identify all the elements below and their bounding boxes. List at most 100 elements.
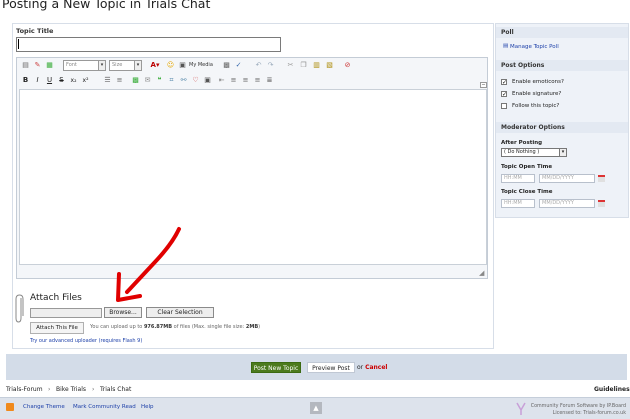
strike-button[interactable]: S (57, 76, 66, 85)
post-new-topic-button[interactable]: Post New Topic (251, 362, 301, 373)
image-icon[interactable]: ▩ (131, 76, 140, 85)
moderator-options-heading: Moderator Options (496, 122, 628, 133)
breadcrumb-item[interactable]: Trials-Forum (6, 386, 43, 393)
resize-grip-icon[interactable]: ◢ (479, 269, 487, 277)
underline-button[interactable]: U (45, 76, 54, 85)
attach-this-file-button[interactable]: Attach This File (30, 322, 84, 334)
cut-icon[interactable]: ✂ (286, 61, 295, 70)
cancel-link[interactable]: Cancel (365, 364, 387, 371)
follow-topic-label: Follow this topic? (512, 103, 560, 109)
link-icon[interactable]: ⚯ (179, 76, 188, 85)
software-credit: Community Forum Software by IP.Board Lic… (516, 401, 628, 417)
after-posting-select[interactable]: ( Do Nothing ) ▾ (501, 148, 567, 157)
close-date-input[interactable]: MM/DD/YYYY (539, 199, 595, 208)
unlink-icon[interactable]: ♡ (191, 76, 200, 85)
open-time-input[interactable]: HH:MM (501, 174, 535, 183)
editor-toolbar-bottom: B I U S x₂ x² ☰ ≡ ▩ ✉ ❝ ⌗ ⚯ ♡ ▣ ⇤ ≡ ≡ ≡ … (18, 74, 486, 87)
page-title: Posting a New Topic in Trials Chat (2, 0, 211, 11)
topic-title-input[interactable] (16, 37, 281, 52)
emoticon-icon[interactable]: ☺ (166, 61, 175, 70)
text-cursor (18, 39, 19, 49)
breadcrumb: Trials-Forum › Bike Trials › Trials Chat (0, 383, 630, 395)
paperclip-icon (15, 294, 24, 323)
source-icon[interactable]: ▤ (21, 61, 30, 70)
post-options-heading: Post Options (496, 60, 628, 71)
font-select[interactable]: Font ▾ (63, 60, 106, 71)
calendar-icon[interactable] (598, 200, 605, 207)
open-date-input[interactable]: MM/DD/YYYY (539, 174, 595, 183)
special-char-icon[interactable]: ▩ (222, 61, 231, 70)
back-to-top-icon[interactable]: ▲ (310, 402, 322, 414)
attach-files-heading: Attach Files (30, 293, 82, 303)
spellcheck-icon[interactable]: ✓ (234, 61, 243, 70)
browse-button[interactable]: Browse... (104, 307, 142, 318)
table-icon[interactable]: ▦ (45, 61, 54, 70)
bullet-list-icon[interactable]: ☰ (103, 76, 112, 85)
bold-button[interactable]: B (21, 76, 30, 85)
size-select[interactable]: Size ▾ (109, 60, 142, 71)
subscript-button[interactable]: x₂ (69, 76, 78, 85)
upload-limit-note: You can upload up to 976.87MB of files (… (90, 324, 261, 330)
manage-poll-link[interactable]: Manage Topic Poll (510, 44, 559, 50)
calendar-icon[interactable] (598, 175, 605, 182)
signature-checkbox[interactable]: ✓ (501, 91, 507, 98)
outdent-icon[interactable]: ⇤ (217, 76, 226, 85)
breadcrumb-separator: › (48, 386, 51, 393)
breadcrumb-separator: › (92, 386, 95, 393)
poll-heading: Poll (496, 27, 628, 38)
after-posting-label: After Posting (501, 140, 543, 146)
file-path-input[interactable] (30, 308, 102, 318)
annotation-arrow-icon (116, 227, 181, 302)
align-right-icon[interactable]: ≡ (253, 76, 262, 85)
editor-toolbar-top: ▤ ✎ ▦ Font ▾ Size ▾ A▾ ☺ ▣ My Media ▩ ✓ … (18, 59, 486, 72)
redo-icon[interactable]: ↷ (266, 61, 275, 70)
clear-selection-button[interactable]: Clear Selection (146, 307, 214, 318)
editor-text-area[interactable] (19, 89, 487, 265)
follow-topic-checkbox[interactable] (501, 103, 507, 109)
align-center-icon[interactable]: ≡ (241, 76, 250, 85)
paste-icon[interactable]: ▥ (312, 61, 321, 70)
font-color-icon[interactable]: A▾ (149, 61, 161, 70)
guidelines-link[interactable]: Guidelines (594, 386, 630, 393)
chevron-down-icon: ▾ (134, 61, 141, 70)
close-time-input[interactable]: HH:MM (501, 199, 535, 208)
quote-icon[interactable]: ❝ (155, 76, 164, 85)
chevron-down-icon: ▾ (559, 149, 566, 156)
preview-post-button[interactable]: Preview Post (307, 362, 355, 373)
align-left-icon[interactable]: ≡ (229, 76, 238, 85)
breadcrumb-item[interactable]: Trials Chat (100, 386, 131, 393)
credit-line-2: Licensed to: Trials-forum.co.uk (552, 411, 626, 416)
collapse-toolbar-button[interactable]: − (480, 82, 487, 88)
options-sidebar: Poll ▤ Manage Topic Poll Post Options ✓ … (495, 23, 629, 218)
email-icon[interactable]: ✉ (143, 76, 152, 85)
open-time-label: Topic Open Time (501, 164, 553, 170)
rss-icon[interactable] (6, 403, 14, 411)
my-media-icon[interactable]: ▣ (178, 61, 187, 70)
undo-icon[interactable]: ↶ (254, 61, 263, 70)
spoiler-icon[interactable]: ▣ (203, 76, 212, 85)
remove-format-icon[interactable]: ⊘ (343, 61, 352, 70)
advanced-uploader-link[interactable]: Try our advanced uploader (requires Flas… (30, 338, 142, 344)
paste-word-icon[interactable]: ▧ (325, 61, 334, 70)
emoticons-checkbox[interactable]: ✓ (501, 79, 507, 86)
emoticons-label: Enable emoticons? (512, 79, 564, 85)
code-icon[interactable]: ⌗ (167, 76, 176, 85)
copy-icon[interactable]: ❐ (299, 61, 308, 70)
italic-button[interactable]: I (33, 76, 42, 85)
change-theme-link[interactable]: Change Theme (23, 404, 65, 410)
justify-icon[interactable]: ≣ (265, 76, 274, 85)
my-media-label[interactable]: My Media (189, 62, 213, 68)
numbered-list-icon[interactable]: ≡ (115, 76, 124, 85)
ipboard-logo-icon (516, 402, 526, 415)
help-link[interactable]: Help (141, 404, 154, 410)
close-time-label: Topic Close Time (501, 189, 553, 195)
chevron-down-icon: ▾ (98, 61, 105, 70)
or-cancel: or Cancel (357, 364, 388, 371)
breadcrumb-item[interactable]: Bike Trials (56, 386, 86, 393)
mark-community-read-link[interactable]: Mark Community Read (73, 404, 136, 410)
poll-icon: ▤ (503, 43, 509, 49)
signature-label: Enable signature? (512, 91, 562, 97)
superscript-button[interactable]: x² (81, 76, 90, 85)
credit-line-1[interactable]: Community Forum Software by IP.Board (531, 404, 626, 409)
eraser-icon[interactable]: ✎ (33, 61, 42, 70)
